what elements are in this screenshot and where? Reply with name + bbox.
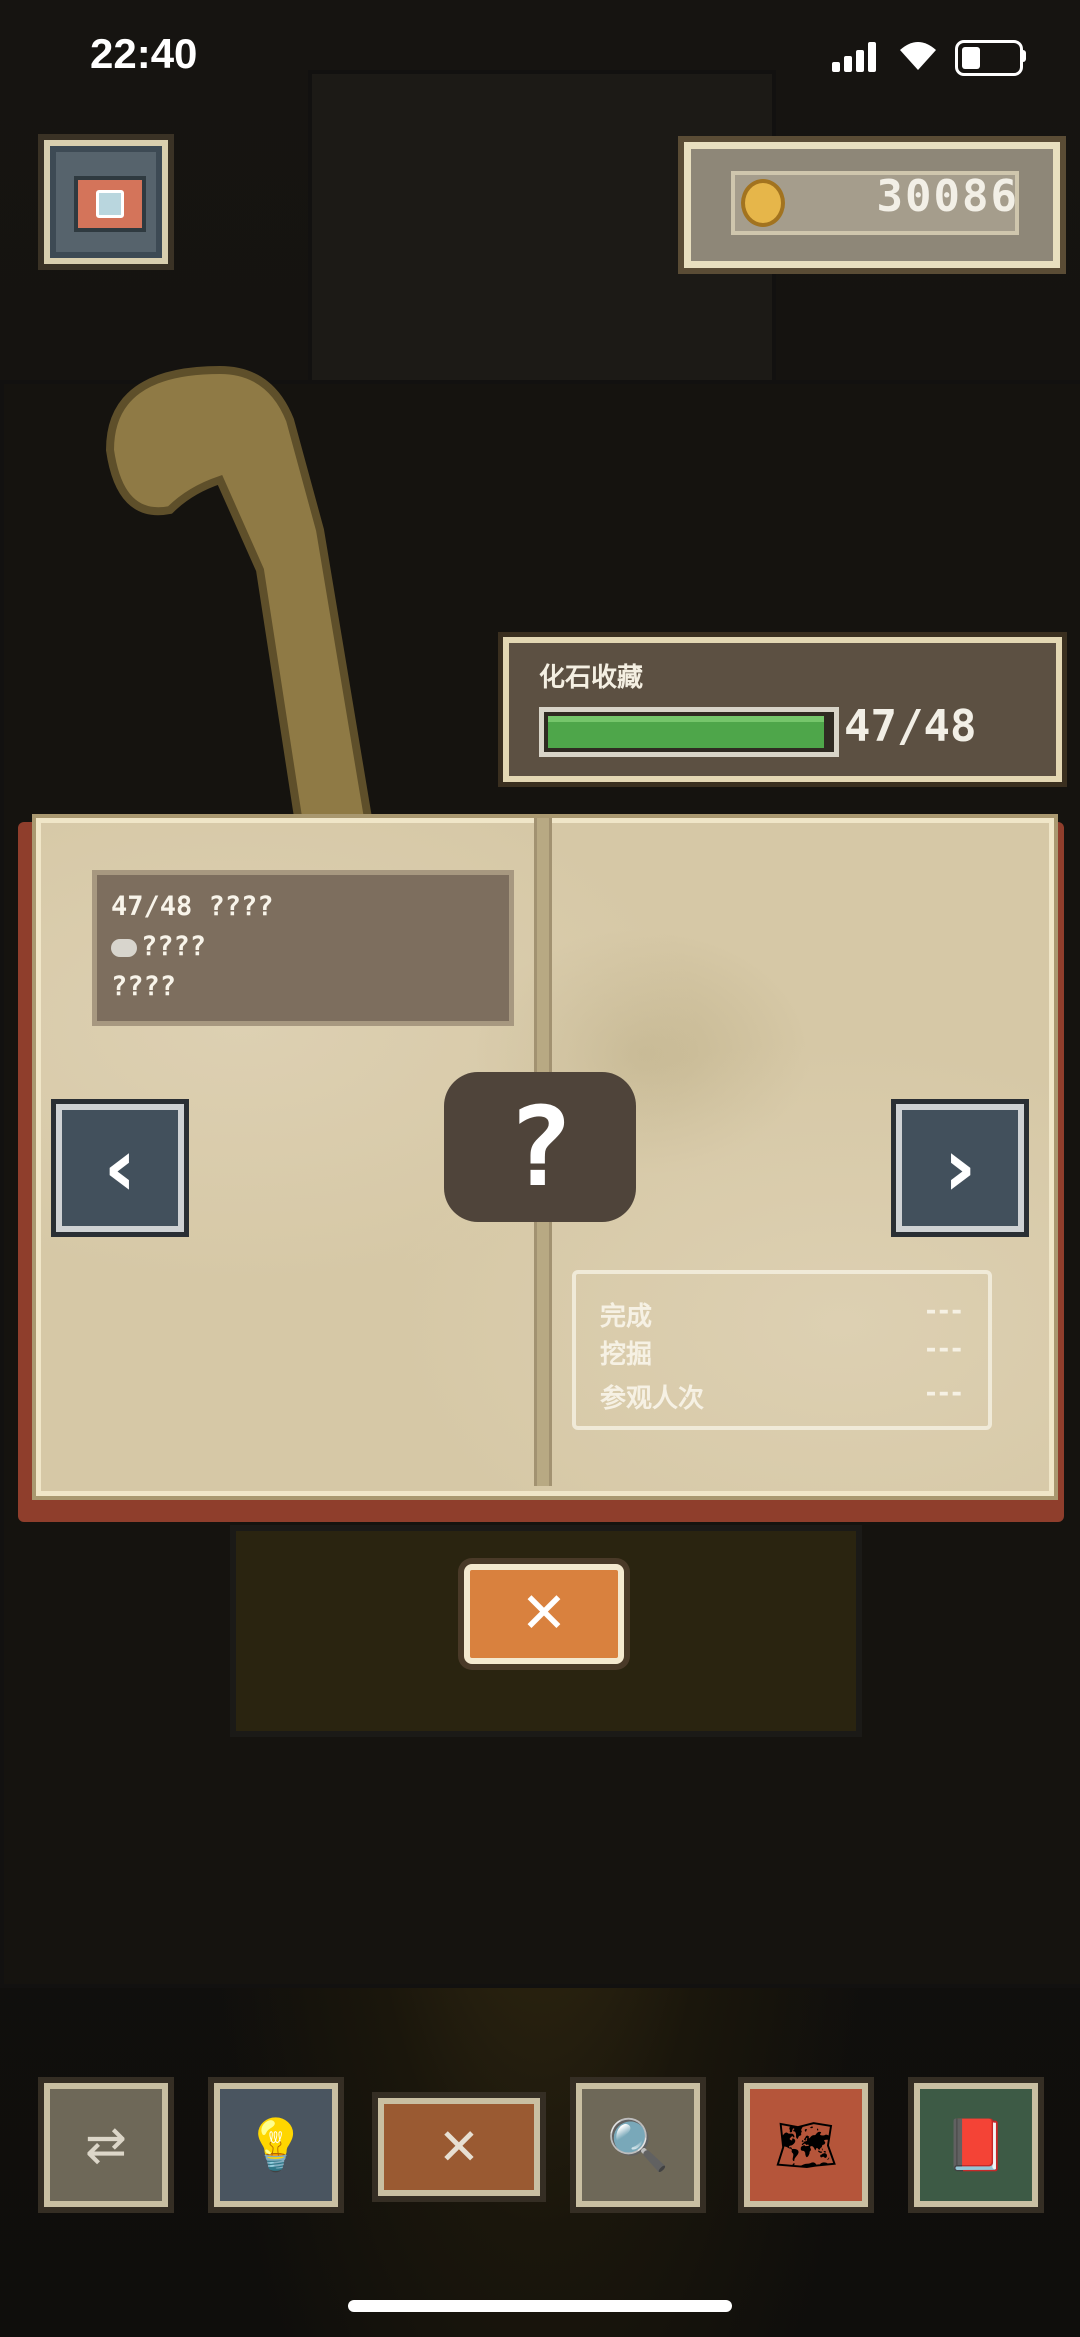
collection-progress-bar [539,707,839,757]
camera-button[interactable] [44,140,168,264]
lightbulb-icon: 💡 [244,2116,308,2174]
fossil-collection-panel: 化石收藏 47/48 [503,637,1062,782]
home-indicator[interactable] [348,2300,732,2312]
hint-button[interactable]: 💡 [214,2083,338,2207]
collection-title: 化石收藏 [539,663,644,693]
info-line-rarity-text: ???? [141,931,207,962]
gold-coin-icon [741,179,785,227]
coin-amount: 30086 [876,171,1019,222]
search-button[interactable]: 🔍 [576,2083,700,2207]
camera-icon [74,176,146,232]
chevron-left-icon: ‹ [103,1121,137,1214]
cellular-signal-icon [832,40,880,72]
map-icon: 🗺 [774,2116,838,2174]
info-line-rarity: ???? [111,931,206,962]
close-icon: ✕ [438,2118,480,2176]
close-book-button[interactable]: ✕ [464,1564,624,1664]
swap-button[interactable]: ⇄ [44,2083,168,2207]
battery-tip [1021,50,1026,62]
dinosaur-skeleton [70,330,420,834]
swap-icon: ⇄ [85,2116,127,2174]
stat-value-complete: --- [925,1296,964,1326]
question-mark-icon: ? [506,1083,574,1211]
wifi-icon [896,38,940,72]
chevron-right-icon: › [943,1121,977,1214]
book-button[interactable]: 📕 [914,2083,1038,2207]
info-line-desc: ???? [111,971,177,1002]
mystery-fossil-tile: ? [444,1072,636,1222]
prev-page-button[interactable]: ‹ [56,1104,184,1232]
collection-progress-fill [548,716,825,748]
status-time: 22:40 [90,30,198,77]
stat-value-dig: --- [925,1334,964,1364]
stat-label-dig: 挖掘 [600,1340,653,1370]
info-line-name: 47/48 ???? [111,891,274,922]
collection-count: 47/48 [844,701,977,752]
fossil-stats-box: 完成 --- 挖掘 --- 参观人次 --- [572,1270,992,1430]
stat-label-visitors: 参观人次 [600,1384,705,1414]
map-button[interactable]: 🗺 [744,2083,868,2207]
fossil-info-box: 47/48 ???? ???? ???? [92,870,514,1026]
battery-icon [955,40,1023,76]
stat-label-complete: 完成 [600,1302,653,1332]
dock-close-button[interactable]: ✕ [378,2098,540,2196]
book-icon: 📕 [944,2116,1008,2174]
status-bar: 22:40 [0,0,1080,120]
magnifier-icon: 🔍 [606,2116,670,2174]
coin-small-icon [111,938,137,957]
close-icon: ✕ [520,1581,568,1646]
coin-panel: 30086 [684,142,1060,268]
stat-value-visitors: --- [925,1378,964,1408]
next-page-button[interactable]: › [896,1104,1024,1232]
